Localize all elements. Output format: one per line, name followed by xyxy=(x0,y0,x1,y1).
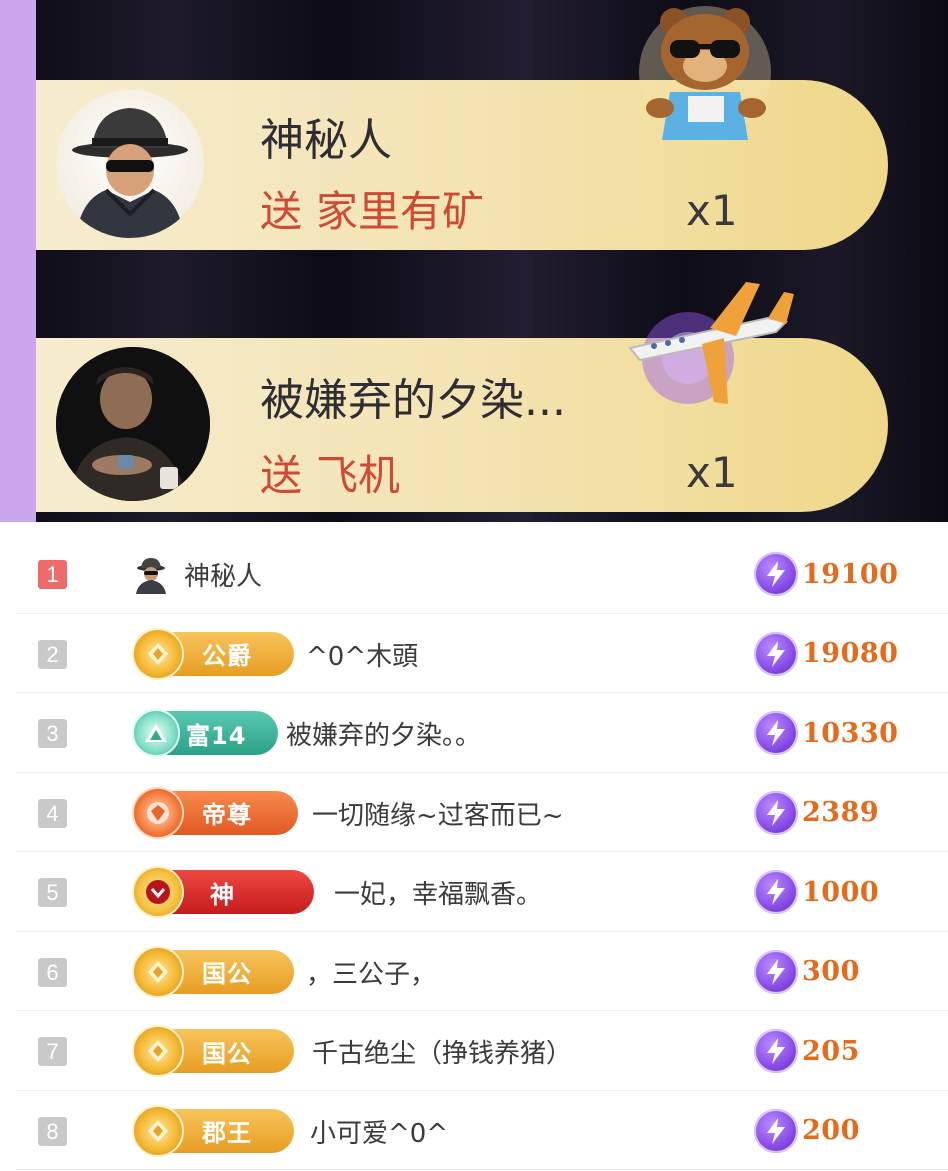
score: 2389 xyxy=(754,790,880,835)
medal-icon xyxy=(132,627,184,680)
user-name[interactable]: 被嫌弃的夕染。。 xyxy=(286,715,481,752)
level-badge: 神 xyxy=(132,866,314,918)
rank-number: 2 xyxy=(38,639,67,669)
user-name[interactable]: 一妃，幸福飘香。 xyxy=(334,874,542,911)
user-name[interactable]: 神秘人 xyxy=(184,556,262,593)
rank-number: 8 xyxy=(38,1116,67,1146)
medal-icon xyxy=(132,709,180,757)
rank-number: 5 xyxy=(38,878,67,907)
score: 300 xyxy=(754,949,860,994)
ranking-row[interactable]: 2 公爵 ^0^木頭 19080 xyxy=(16,614,948,693)
ranking-row[interactable]: 6 国公 ，三公子， 300 xyxy=(16,932,948,1011)
score-value: 19080 xyxy=(802,638,899,669)
avatar[interactable] xyxy=(56,347,210,501)
gift-sender-name[interactable]: 神秘人 xyxy=(260,104,392,168)
left-accent-bar xyxy=(0,0,36,522)
score-value: 19100 xyxy=(802,558,899,590)
lightning-coin-icon xyxy=(754,1029,798,1073)
gift-verb: 送 xyxy=(260,187,303,236)
score-value: 1000 xyxy=(802,876,880,908)
ranking-row[interactable]: 7 国公 千古绝尘（挣钱养猪） 205 xyxy=(16,1011,948,1091)
score-value: 10330 xyxy=(802,717,899,749)
score-value: 205 xyxy=(802,1035,860,1067)
medal-icon xyxy=(132,1025,184,1077)
level-badge: 帝尊 xyxy=(132,786,298,839)
mysterious-person-icon xyxy=(72,108,188,238)
user-name[interactable]: ，三公子， xyxy=(306,954,436,991)
score: 19100 xyxy=(754,552,898,596)
score: 200 xyxy=(754,1108,860,1153)
level-badge: 富14 xyxy=(132,709,278,757)
level-badge: 国公 xyxy=(132,1025,294,1077)
gift-verb: 送 xyxy=(260,451,303,500)
rank-number: 7 xyxy=(38,1037,67,1066)
rank-number: 3 xyxy=(38,719,67,748)
user-name[interactable]: 一切随缘~过客而已~ xyxy=(312,795,564,832)
lightning-coin-icon xyxy=(754,711,798,755)
lightning-coin-icon xyxy=(754,552,798,596)
rank-number: 6 xyxy=(38,957,67,987)
score-value: 2389 xyxy=(802,797,880,828)
score: 205 xyxy=(754,1029,860,1073)
user-name[interactable]: 千古绝尘（挣钱养猪） xyxy=(312,1033,572,1070)
medal-icon xyxy=(132,1104,184,1157)
user-photo-icon xyxy=(56,347,210,501)
gift-description: 送飞机 xyxy=(260,442,400,503)
medal-icon xyxy=(132,786,184,839)
lightning-coin-icon xyxy=(754,870,798,914)
score: 1000 xyxy=(754,870,879,914)
rank-number: 1 xyxy=(38,560,67,589)
gift-description: 送家里有矿 xyxy=(260,178,484,239)
ranking-row[interactable]: 1 神秘人 19100 xyxy=(16,534,948,614)
score: 10330 xyxy=(754,711,898,755)
level-badge: 国公 xyxy=(132,945,294,998)
lightning-coin-icon xyxy=(754,631,798,676)
level-badge: 公爵 xyxy=(132,627,294,680)
medal-icon xyxy=(132,866,184,918)
ranking-row[interactable]: 4 帝尊 一切随缘~过客而已~ 2389 xyxy=(16,773,948,852)
score-value: 300 xyxy=(802,956,860,987)
mysterious-person-icon xyxy=(136,558,166,594)
gift-feed-panel: 神秘人 送家里有矿 x1 被嫌弃的夕染... 送飞机 x1 xyxy=(0,0,948,522)
avatar[interactable] xyxy=(56,90,204,238)
lightning-coin-icon xyxy=(754,949,798,994)
gift-name: 家里有矿 xyxy=(316,187,485,236)
gift-count: x1 xyxy=(686,448,738,497)
bear-sunglasses-gift-icon xyxy=(639,6,771,140)
score: 19080 xyxy=(754,631,899,676)
user-name[interactable]: ^0^木頭 xyxy=(306,636,418,673)
lightning-coin-icon xyxy=(754,790,798,835)
user-name[interactable]: 小可爱^0^ xyxy=(310,1113,448,1150)
gift-name: 飞机 xyxy=(316,451,401,500)
lightning-coin-icon xyxy=(754,1108,798,1153)
contribution-ranking-list: 1 神秘人 19100 2 公爵 ^0^木頭 19080 3 富14 被嫌弃的夕… xyxy=(16,534,948,1170)
level-badge: 郡王 xyxy=(132,1104,294,1157)
rank-number: 4 xyxy=(38,798,67,828)
ranking-row[interactable]: 8 郡王 小可爱^0^ 200 xyxy=(16,1091,948,1170)
score-value: 200 xyxy=(802,1115,860,1146)
gift-count: x1 xyxy=(686,186,738,235)
airplane-gift-icon xyxy=(628,282,794,404)
gift-sender-name[interactable]: 被嫌弃的夕染... xyxy=(260,364,566,428)
ranking-row[interactable]: 5 神 一妃，幸福飘香。 1000 xyxy=(16,852,948,932)
ranking-row[interactable]: 3 富14 被嫌弃的夕染。。 10330 xyxy=(16,693,948,773)
medal-icon xyxy=(132,945,184,998)
